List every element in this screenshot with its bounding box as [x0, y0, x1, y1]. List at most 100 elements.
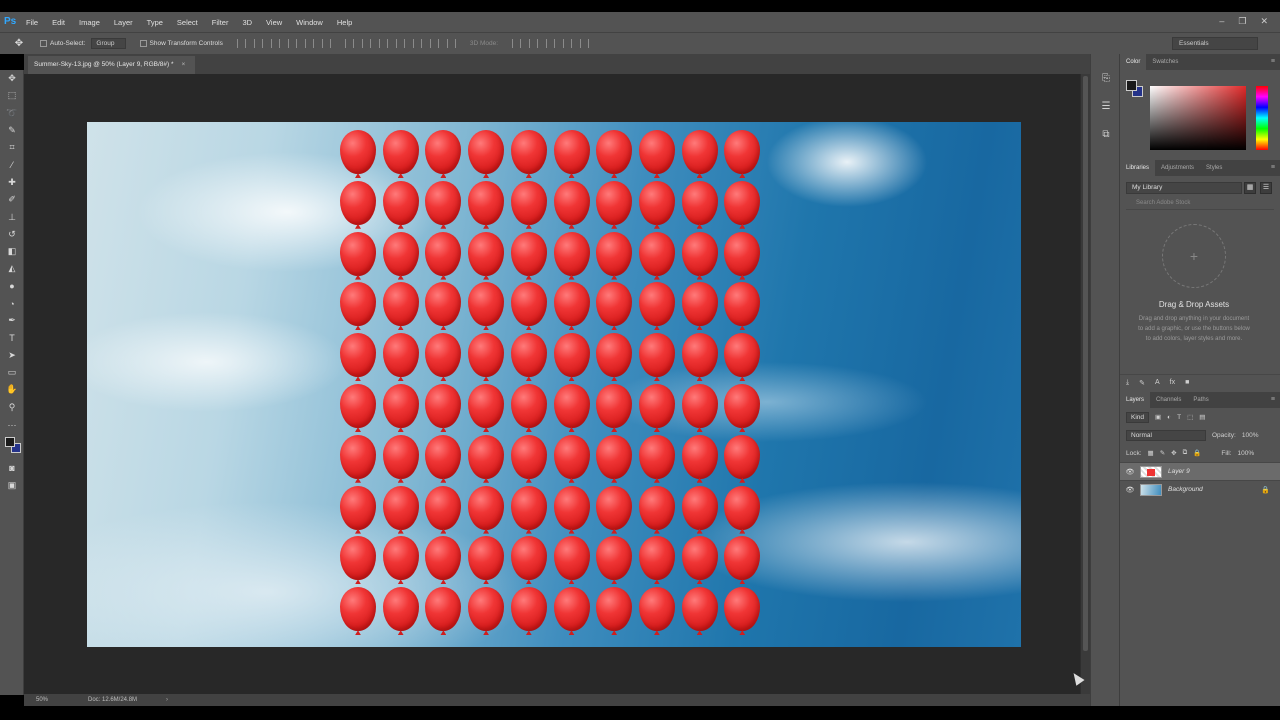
3d-roll-icon[interactable]: [529, 39, 539, 48]
rectangle-tool-icon[interactable]: ▭: [0, 364, 24, 381]
quick-select-tool-icon[interactable]: ✎: [0, 122, 24, 139]
visibility-eye-icon[interactable]: 👁: [1120, 486, 1140, 494]
tab-libraries[interactable]: Libraries: [1120, 160, 1156, 176]
menu-layer[interactable]: Layer: [114, 18, 133, 27]
layer-name[interactable]: Layer 9: [1168, 468, 1280, 475]
layer-filter-dropdown[interactable]: Kind: [1126, 411, 1150, 423]
distribute-hcenter-icon[interactable]: [412, 39, 422, 48]
stock-search-input[interactable]: Search Adobe Stock: [1126, 200, 1274, 210]
add-asset-icon[interactable]: +: [1162, 224, 1226, 288]
panel-menu-icon[interactable]: ≡: [1271, 396, 1275, 403]
menu-image[interactable]: Image: [79, 18, 100, 27]
filter-smart-icon[interactable]: ▤: [1199, 413, 1205, 421]
library-dropdown[interactable]: My Library: [1126, 182, 1242, 194]
align-hcenter-icon[interactable]: [304, 39, 314, 48]
distribute-right-icon[interactable]: [429, 39, 439, 48]
eyedropper-tool-icon[interactable]: ⁄: [0, 156, 24, 173]
align-bottom-icon[interactable]: [270, 39, 280, 48]
eraser-tool-icon[interactable]: ◧: [0, 243, 24, 260]
add-char-style-icon[interactable]: A: [1155, 379, 1160, 386]
3d-drag-icon[interactable]: [546, 39, 556, 48]
lock-position-icon[interactable]: ✥: [1171, 449, 1176, 457]
align-right-icon[interactable]: [321, 39, 331, 48]
menu-type[interactable]: Type: [147, 18, 163, 27]
workspace-switcher[interactable]: Essentials: [1172, 37, 1258, 50]
align-top-icon[interactable]: [236, 39, 246, 48]
menu-help[interactable]: Help: [337, 18, 352, 27]
foreground-color-swatch[interactable]: [5, 437, 15, 448]
close-button[interactable]: ✕: [1260, 16, 1268, 27]
history-panel-icon[interactable]: ⎘: [1091, 64, 1121, 92]
grid-view-icon[interactable]: ▦: [1244, 182, 1256, 194]
visibility-eye-icon[interactable]: 👁: [1120, 468, 1140, 476]
filter-pixel-icon[interactable]: ▣: [1155, 413, 1161, 421]
menu-file[interactable]: File: [26, 18, 38, 27]
add-layer-style-icon[interactable]: fx: [1170, 379, 1175, 386]
tab-swatches[interactable]: Swatches: [1146, 54, 1184, 70]
panel-menu-icon[interactable]: ≡: [1271, 164, 1275, 171]
brush-tool-icon[interactable]: ✐: [0, 191, 24, 208]
color-fg-swatch[interactable]: [1126, 80, 1137, 91]
paint-bucket-tool-icon[interactable]: ◭: [0, 260, 24, 277]
properties-panel-icon[interactable]: ☰: [1091, 92, 1121, 120]
menu-3d[interactable]: 3D: [242, 18, 252, 27]
menu-window[interactable]: Window: [296, 18, 323, 27]
hand-tool-icon[interactable]: ✋: [0, 381, 24, 398]
history-brush-tool-icon[interactable]: ↺: [0, 226, 24, 243]
menu-filter[interactable]: Filter: [212, 18, 229, 27]
list-view-icon[interactable]: ☰: [1260, 182, 1272, 194]
clone-stamp-tool-icon[interactable]: ⊥: [0, 208, 24, 225]
auto-select-dropdown[interactable]: Group: [91, 38, 126, 49]
status-menu-icon[interactable]: ›: [166, 697, 168, 703]
layer-row-background[interactable]: 👁 Background 🔒: [1120, 480, 1280, 498]
blend-mode-dropdown[interactable]: Normal: [1126, 429, 1206, 441]
healing-brush-tool-icon[interactable]: ✚: [0, 174, 24, 191]
3d-rotate-icon[interactable]: [512, 39, 522, 48]
align-left-icon[interactable]: [287, 39, 297, 48]
3d-slide-icon[interactable]: [563, 39, 573, 48]
distribute-left-icon[interactable]: [395, 39, 405, 48]
document-tab[interactable]: Summer-Sky-13.jpg @ 50% (Layer 9, RGB/8#…: [28, 56, 196, 74]
blur-tool-icon[interactable]: ●: [0, 278, 24, 295]
quick-mask-icon[interactable]: ◙: [0, 459, 24, 476]
auto-select-checkbox[interactable]: [40, 40, 47, 47]
tab-styles[interactable]: Styles: [1200, 160, 1228, 176]
lock-paint-icon[interactable]: ✎: [1160, 449, 1165, 457]
tab-color[interactable]: Color: [1120, 54, 1147, 70]
menu-select[interactable]: Select: [177, 18, 198, 27]
tab-layers[interactable]: Layers: [1120, 392, 1151, 408]
3d-scale-icon[interactable]: [580, 39, 590, 48]
menu-view[interactable]: View: [266, 18, 282, 27]
zoom-tool-icon[interactable]: ⚲: [0, 399, 24, 416]
filter-adjustment-icon[interactable]: ◐: [1167, 414, 1171, 421]
move-tool-preset-icon[interactable]: ✥: [12, 37, 26, 51]
tab-channels[interactable]: Channels: [1150, 392, 1187, 408]
distribute-vcenter-icon[interactable]: [361, 39, 371, 48]
scrollbar-thumb[interactable]: [1083, 76, 1088, 651]
distribute-top-icon[interactable]: [344, 39, 354, 48]
add-color-icon[interactable]: ■: [1185, 379, 1189, 386]
fill-value[interactable]: 100%: [1237, 450, 1254, 457]
layer-comps-icon[interactable]: ⧉: [1091, 120, 1121, 148]
crop-tool-icon[interactable]: ⌗: [0, 139, 24, 156]
more-tools-icon[interactable]: ···: [0, 416, 24, 433]
align-vcenter-icon[interactable]: [253, 39, 263, 48]
lock-artboard-icon[interactable]: ⧉: [1183, 449, 1188, 457]
lock-pixels-icon[interactable]: ▦: [1148, 449, 1154, 457]
marquee-tool-icon[interactable]: ⬚: [0, 87, 24, 104]
pen-tool-icon[interactable]: ✒: [0, 312, 24, 329]
filter-type-icon[interactable]: T: [1177, 414, 1181, 421]
lasso-tool-icon[interactable]: ➰: [0, 105, 24, 122]
add-content-icon[interactable]: ⤓: [1126, 379, 1129, 387]
show-transform-checkbox[interactable]: [139, 40, 147, 47]
type-tool-icon[interactable]: T: [0, 329, 24, 346]
opacity-value[interactable]: 100%: [1242, 432, 1259, 439]
hue-slider[interactable]: [1256, 86, 1268, 150]
tab-paths[interactable]: Paths: [1187, 392, 1214, 408]
tab-adjustments[interactable]: Adjustments: [1155, 160, 1200, 176]
auto-align-icon[interactable]: [446, 39, 456, 48]
vertical-scrollbar[interactable]: [1080, 74, 1090, 694]
minimize-button[interactable]: –: [1219, 16, 1224, 27]
color-field[interactable]: [1150, 86, 1246, 150]
zoom-level[interactable]: 50%: [36, 697, 76, 703]
